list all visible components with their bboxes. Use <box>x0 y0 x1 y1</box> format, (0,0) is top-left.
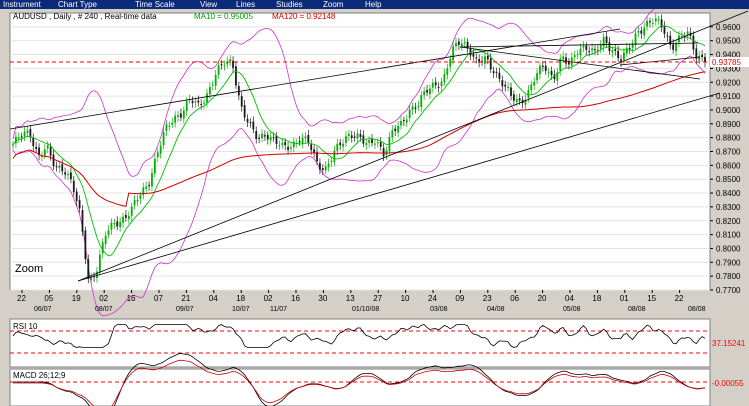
x-day-label: 09 <box>455 294 464 303</box>
y-tick-label: 0.9200 <box>716 78 741 87</box>
chart-header-symbol: AUDUSD , Daily , # 240 , Real-time data <box>13 12 157 21</box>
y-tick-label: 0.8600 <box>716 161 741 170</box>
x-day-label: 16 <box>127 294 136 303</box>
ma10-label: MA10 = 0.95005 <box>194 12 253 21</box>
y-tick-label: 0.8700 <box>716 148 741 157</box>
x-month-label: 10/07 <box>232 306 250 313</box>
y-tick-label: 0.8500 <box>716 175 741 184</box>
x-day-label: 22 <box>17 294 26 303</box>
menu-zoom[interactable]: Zoom <box>323 0 343 9</box>
x-day-label: 18 <box>592 294 601 303</box>
x-day-label: 20 <box>538 294 547 303</box>
x-month-label: 08/08 <box>628 306 646 313</box>
x-day-label: 04 <box>565 294 574 303</box>
x-day-label: 05 <box>44 294 53 303</box>
current-price-label: 0.93785 <box>712 58 741 67</box>
y-tick-label: 0.8400 <box>716 189 741 198</box>
x-month-label: 04/08 <box>487 306 505 313</box>
y-tick-label: 0.8900 <box>716 120 741 129</box>
x-day-label: 24 <box>428 294 437 303</box>
x-month-label: 11/07 <box>270 306 287 313</box>
x-month-label: 08/07 <box>95 306 113 313</box>
rsi-value: 37.15241 <box>712 339 746 348</box>
menu-studies[interactable]: Studies <box>276 0 303 9</box>
date-axis: 22 05 19 02 16 07 21 04 18 02 16 30 13 27 10 24 09 23 06 20… <box>17 290 706 313</box>
menu-bar: Instrument Chart Type Time Scale View Li… <box>0 0 749 9</box>
macd-label: MACD 26;12;9 <box>13 371 66 380</box>
x-day-label: 01 <box>620 294 629 303</box>
x-month-label: 03/08 <box>430 306 448 313</box>
y-tick-label: 0.9500 <box>716 37 741 46</box>
menu-view[interactable]: View <box>200 0 217 9</box>
x-day-label: 23 <box>483 294 492 303</box>
x-month-label: 06/07 <box>34 306 52 313</box>
y-tick-label: 0.7700 <box>716 286 741 295</box>
y-tick-label: 0.8100 <box>716 231 741 240</box>
x-day-label: 30 <box>318 294 327 303</box>
x-day-label: 19 <box>72 294 81 303</box>
x-day-label: 10 <box>401 294 410 303</box>
x-day-label: 07 <box>154 294 163 303</box>
y-tick-label: 0.9100 <box>716 92 741 101</box>
y-tick-label: 0.8000 <box>716 244 741 253</box>
menu-chart-type[interactable]: Chart Type <box>58 0 97 9</box>
x-day-label: 15 <box>647 294 656 303</box>
x-day-label: 22 <box>675 294 684 303</box>
rsi-label: RSI 10 <box>13 322 38 331</box>
y-tick-label: 0.9000 <box>716 106 741 115</box>
zoom-label: Zoom <box>15 263 43 275</box>
x-day-label: 16 <box>291 294 300 303</box>
y-tick-label: 0.8300 <box>716 203 741 212</box>
y-tick-label: 0.8800 <box>716 134 741 143</box>
menu-instrument[interactable]: Instrument <box>3 0 41 9</box>
menu-time-scale[interactable]: Time Scale <box>135 0 175 9</box>
x-day-label: 02 <box>99 294 108 303</box>
menu-lines[interactable]: Lines <box>236 0 255 9</box>
x-day-label: 02 <box>264 294 273 303</box>
x-day-label: 27 <box>373 294 382 303</box>
y-tick-label: 0.7900 <box>716 258 741 267</box>
x-month-label: 09/07 <box>176 306 194 313</box>
y-tick-label: 0.7800 <box>716 272 741 281</box>
y-tick-label: 0.8200 <box>716 217 741 226</box>
x-month-label: 01/10/08 <box>352 306 379 313</box>
x-day-label: 18 <box>236 294 245 303</box>
ma120-label: MA120 = 0.92148 <box>272 12 336 21</box>
x-day-label: 21 <box>181 294 190 303</box>
x-day-label: 06 <box>510 294 519 303</box>
candle <box>84 226 87 265</box>
x-month-label: 08/08 <box>688 306 706 313</box>
x-day-label: 04 <box>209 294 218 303</box>
trading-chart: AUDUSD , Daily , # 240 , Real-time data … <box>9 9 749 406</box>
x-month-label: 05/08 <box>563 306 581 313</box>
macd-value: -0.00055 <box>712 379 744 388</box>
y-tick-label: 0.9600 <box>716 23 741 32</box>
menu-help[interactable]: Help <box>365 0 381 9</box>
x-day-label: 13 <box>346 294 355 303</box>
